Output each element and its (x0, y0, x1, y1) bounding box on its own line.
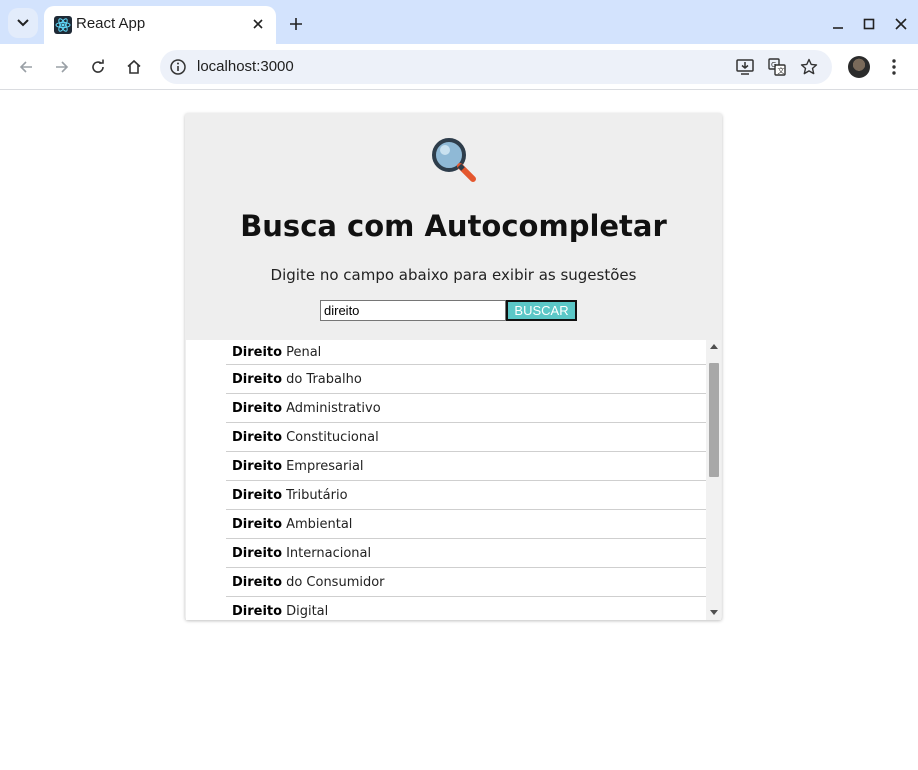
back-button[interactable] (14, 55, 38, 79)
reload-button[interactable] (86, 55, 110, 79)
suggestion-item[interactable]: Direito Penal (226, 340, 706, 365)
info-icon[interactable] (169, 58, 187, 76)
suggestion-rest: Digital (286, 603, 329, 619)
react-icon (54, 16, 72, 34)
suggestion-match: Direito (232, 429, 283, 445)
search-input[interactable] (320, 300, 506, 321)
star-icon (800, 58, 818, 75)
suggestion-rest: Ambiental (286, 516, 353, 532)
suggestion-item[interactable]: Direito do Consumidor (226, 568, 706, 597)
search-button[interactable]: BUSCAR (506, 300, 577, 321)
scroll-up-arrow-icon[interactable] (710, 344, 718, 349)
close-window-button[interactable] (889, 12, 913, 36)
address-bar[interactable]: localhost:3000 G文 (160, 50, 832, 84)
chevron-down-icon (17, 19, 29, 27)
tab-close-button[interactable] (248, 14, 268, 34)
suggestion-match: Direito (232, 400, 283, 416)
suggestions-list: Direito Penal Direito do Trabalho Direito Adm… (186, 340, 721, 620)
arrow-left-icon (19, 61, 32, 73)
install-button[interactable] (734, 56, 756, 78)
search-card: Busca com Autocompletar Digite no campo … (185, 113, 722, 620)
tab-search-button[interactable] (8, 8, 38, 38)
suggestion-match: Direito (232, 603, 283, 619)
suggestion-rest: Tributário (286, 487, 348, 503)
suggestion-item[interactable]: Direito do Trabalho (226, 365, 706, 394)
page-title: Busca com Autocompletar (240, 209, 667, 243)
suggestion-match: Direito (232, 574, 283, 590)
new-tab-button[interactable] (284, 12, 308, 36)
magnifier-icon (432, 138, 476, 182)
suggestion-match: Direito (232, 458, 283, 474)
browser-toolbar: localhost:3000 G文 (0, 44, 918, 90)
suggestion-item[interactable]: Direito Digital (226, 597, 706, 620)
suggestion-item[interactable]: Direito Internacional (226, 539, 706, 568)
suggestion-item[interactable]: Direito Constitucional (226, 423, 706, 452)
reload-icon (92, 59, 104, 73)
suggestion-rest: Constitucional (286, 429, 379, 445)
install-icon (736, 59, 754, 75)
browser-menu-button[interactable] (886, 55, 902, 79)
suggestion-item[interactable]: Direito Empresarial (226, 452, 706, 481)
maximize-icon (863, 18, 875, 30)
translate-button[interactable]: G文 (766, 56, 788, 78)
browser-window: React App localhost:3000 G 文 Busca com A… (0, 0, 918, 770)
plus-icon (290, 18, 302, 30)
translate-icon: G文 (768, 58, 786, 76)
avatar[interactable] (848, 56, 870, 78)
tab-strip: React App (0, 0, 918, 44)
suggestion-match: Direito (232, 487, 283, 503)
close-icon (253, 19, 263, 29)
suggestion-rest: do Trabalho (286, 371, 362, 387)
minimize-button[interactable] (826, 12, 850, 36)
suggestion-rest: Internacional (286, 545, 372, 561)
close-icon (895, 18, 907, 30)
arrow-right-icon (56, 61, 69, 73)
suggestion-item[interactable]: Direito Tributário (226, 481, 706, 510)
suggestion-rest: Administrativo (286, 400, 381, 416)
suggestion-item[interactable]: Direito Ambiental (226, 510, 706, 539)
suggestion-item[interactable]: Direito Administrativo (226, 394, 706, 423)
svg-text:文: 文 (778, 66, 785, 75)
suggestion-rest: Empresarial (286, 458, 364, 474)
suggestion-match: Direito (232, 516, 283, 532)
bookmark-button[interactable] (798, 56, 820, 78)
suggestions-list-inner: Direito Penal Direito do Trabalho Direito Adm… (226, 340, 706, 620)
scrollbar[interactable] (706, 340, 721, 620)
suggestion-rest: do Consumidor (286, 574, 385, 590)
home-icon (127, 59, 141, 74)
tab-title: React App (76, 15, 146, 32)
suggestion-match: Direito (232, 344, 283, 360)
tab-react-app[interactable]: React App (44, 6, 276, 44)
maximize-button[interactable] (857, 12, 881, 36)
url-text[interactable]: localhost:3000 (197, 58, 294, 75)
forward-button[interactable] (50, 55, 74, 79)
suggestion-rest: Penal (286, 344, 322, 360)
page-subtitle: Digite no campo abaixo para exibir as su… (270, 266, 637, 284)
minimize-icon (833, 27, 843, 29)
home-button[interactable] (122, 55, 146, 79)
page-viewport: Busca com Autocompletar Digite no campo … (4, 91, 916, 767)
svg-text:G: G (771, 61, 776, 69)
suggestion-match: Direito (232, 545, 283, 561)
suggestion-match: Direito (232, 371, 283, 387)
scrollbar-thumb[interactable] (709, 363, 719, 477)
more-vert-icon (892, 59, 896, 75)
scroll-down-arrow-icon[interactable] (710, 610, 718, 615)
